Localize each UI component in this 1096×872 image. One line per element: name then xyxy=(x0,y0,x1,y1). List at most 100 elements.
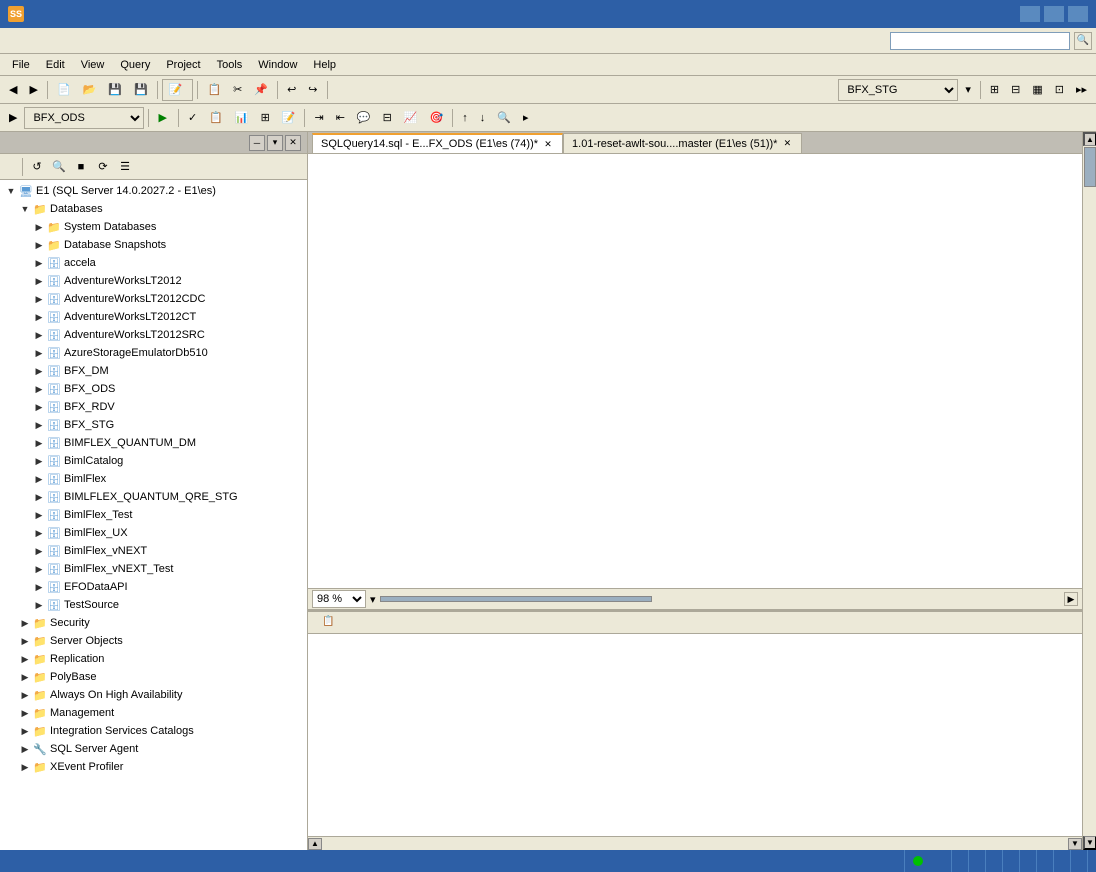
tree-db-bimlcatalog[interactable]: ▶ 🗄 BimlCatalog xyxy=(0,452,307,470)
tree-db-bimflex-quantum[interactable]: ▶ 🗄 BIMFLEX_QUANTUM_DM xyxy=(0,434,307,452)
cut-button[interactable]: ✂ xyxy=(228,79,247,101)
tree-db-awlt2012src[interactable]: ▶ 🗄 AdventureWorksLT2012SRC xyxy=(0,326,307,344)
tree-db-bimlflex-vnext[interactable]: ▶ 🗄 BimlFlex_vNEXT xyxy=(0,542,307,560)
tree-replication[interactable]: ▶ 📁 Replication xyxy=(0,650,307,668)
tree-management[interactable]: ▶ 📁 Management xyxy=(0,704,307,722)
menu-help[interactable]: Help xyxy=(305,55,344,75)
tree-security[interactable]: ▶ 📁 Security xyxy=(0,614,307,632)
redo-button[interactable]: ↪ xyxy=(303,79,322,101)
db-accela-expand[interactable]: ▶ xyxy=(32,256,46,270)
check-button[interactable]: ✓ xyxy=(183,107,202,129)
oe-connect-button[interactable] xyxy=(4,156,18,178)
oe-refresh-button[interactable]: ↺ xyxy=(27,157,47,177)
oe-close-button[interactable]: ✕ xyxy=(285,135,301,151)
sql-agent-expand[interactable]: ▶ xyxy=(18,742,32,756)
filter-button[interactable]: 🔍 xyxy=(492,107,516,129)
tree-db-snapshots[interactable]: ▶ 📁 Database Snapshots xyxy=(0,236,307,254)
sort-asc-button[interactable]: ↑ xyxy=(457,107,473,129)
restore-button[interactable] xyxy=(1044,6,1064,22)
tree-db-bimlflex[interactable]: ▶ 🗄 BimlFlex xyxy=(0,470,307,488)
tab-sqlquery14[interactable]: SQLQuery14.sql - E...FX_ODS (E1\es (74))… xyxy=(312,133,563,153)
indent-button[interactable]: ⇥ xyxy=(309,107,328,129)
save-button[interactable]: 💾 xyxy=(103,79,127,101)
server-dropdown[interactable]: BFX_STG BFX_ODS BFX_DM BFX_RDV xyxy=(838,79,958,101)
menu-query[interactable]: Query xyxy=(112,55,158,75)
scroll-right-button[interactable]: ▶ xyxy=(1064,592,1078,606)
quick-launch-input[interactable] xyxy=(890,32,1070,50)
oe-sync-button[interactable]: ⟳ xyxy=(93,157,113,177)
tree-db-awlt2012ct[interactable]: ▶ 🗄 AdventureWorksLT2012CT xyxy=(0,308,307,326)
forward-button[interactable]: ▶ xyxy=(24,79,42,101)
msg-scroll-up[interactable]: ▲ xyxy=(308,838,322,850)
databases-expand-icon[interactable]: ▼ xyxy=(18,202,32,216)
new-file-button[interactable]: 📄 xyxy=(52,79,76,101)
security-expand-icon[interactable]: ▶ xyxy=(18,616,32,630)
table-button[interactable]: ⊟ xyxy=(378,107,397,129)
results-target-button[interactable]: 🎯 xyxy=(425,107,449,129)
tree-db-bfxstg[interactable]: ▶ 🗄 BFX_STG xyxy=(0,416,307,434)
tree-db-awlt2012cdc[interactable]: ▶ 🗄 AdventureWorksLT2012CDC xyxy=(0,290,307,308)
parse-button[interactable]: 📋 xyxy=(204,107,228,129)
tree-sql-agent[interactable]: ▶ 🔧 SQL Server Agent xyxy=(0,740,307,758)
results-grid-button[interactable]: ⊞ xyxy=(256,107,275,129)
back-button[interactable]: ◀ xyxy=(4,79,22,101)
tree-system-dbs[interactable]: ▶ 📁 System Databases xyxy=(0,218,307,236)
server-objects-expand[interactable]: ▶ xyxy=(18,634,32,648)
server-expand-icon[interactable]: ▼ xyxy=(4,184,18,198)
menu-edit[interactable]: Edit xyxy=(38,55,73,75)
tree-db-adventureworks2012[interactable]: ▶ 🗄 AdventureWorksLT2012 xyxy=(0,272,307,290)
copy-button[interactable]: 📋 xyxy=(202,79,226,101)
db-snapshots-expand-icon[interactable]: ▶ xyxy=(32,238,46,252)
save-all-button[interactable]: 💾 xyxy=(129,79,153,101)
tab-sqlquery14-close[interactable]: ✕ xyxy=(542,138,554,150)
new-query-button[interactable]: 📝 xyxy=(162,79,194,101)
oe-filter-button[interactable]: 🔍 xyxy=(49,157,69,177)
more-query-btn[interactable]: ▸ xyxy=(518,107,534,129)
menu-project[interactable]: Project xyxy=(158,55,208,75)
tree-db-bfxdm[interactable]: ▶ 🗄 BFX_DM xyxy=(0,362,307,380)
always-on-expand[interactable]: ▶ xyxy=(18,688,32,702)
menu-file[interactable]: File xyxy=(4,55,38,75)
tree-db-bimlflex-test[interactable]: ▶ 🗄 BimlFlex_Test xyxy=(0,506,307,524)
open-file-button[interactable]: 📂 xyxy=(78,79,102,101)
tree-db-bimlflex-quantum-qre[interactable]: ▶ 🗄 BIMLFLEX_QUANTUM_QRE_STG xyxy=(0,488,307,506)
tree-db-efodataapi[interactable]: ▶ 🗄 EFODataAPI xyxy=(0,578,307,596)
replication-expand[interactable]: ▶ xyxy=(18,652,32,666)
h-scrollbar-thumb[interactable] xyxy=(380,596,652,602)
menu-window[interactable]: Window xyxy=(250,55,305,75)
results-text-button[interactable]: 📝 xyxy=(277,107,301,129)
start-debug-button[interactable]: ▶ xyxy=(4,107,22,129)
menu-view[interactable]: View xyxy=(73,55,113,75)
editor-content[interactable] xyxy=(308,154,1082,588)
scroll-up-button[interactable]: ▲ xyxy=(1083,132,1096,146)
tree-integration-services[interactable]: ▶ 📁 Integration Services Catalogs xyxy=(0,722,307,740)
tree-server-node[interactable]: ▼ 🖥 E1 (SQL Server 14.0.2027.2 - E1\es) xyxy=(0,182,307,200)
execute-button[interactable]: ▶ xyxy=(153,107,173,129)
oe-pin-button[interactable]: ─ xyxy=(249,135,265,151)
scroll-down-button[interactable]: ▼ xyxy=(1083,836,1096,850)
database-dropdown[interactable]: BFX_ODS BFX_DM BFX_STG BFX_RDV xyxy=(24,107,144,129)
stats-button[interactable]: 📈 xyxy=(399,107,423,129)
tree-polybase[interactable]: ▶ 📁 PolyBase xyxy=(0,668,307,686)
align-right-button[interactable]: ⊟ xyxy=(1006,79,1025,101)
tree-db-azurestorage[interactable]: ▶ 🗄 AzureStorageEmulatorDb510 xyxy=(0,344,307,362)
tree-db-accela[interactable]: ▶ 🗄 accela xyxy=(0,254,307,272)
comment-button[interactable]: 💬 xyxy=(352,107,376,129)
tab-reset-awlt-close[interactable]: ✕ xyxy=(781,138,793,150)
tab-reset-awlt[interactable]: 1.01-reset-awlt-sou....master (E1\es (51… xyxy=(563,133,802,153)
tree-xevent-profiler[interactable]: ▶ 📁 XEvent Profiler xyxy=(0,758,307,776)
messages-tab[interactable]: 📋 xyxy=(316,614,346,632)
undo-button[interactable]: ↩ xyxy=(282,79,301,101)
integration-expand[interactable]: ▶ xyxy=(18,724,32,738)
tree-db-bfxrdv[interactable]: ▶ 🗄 BFX_RDV xyxy=(0,398,307,416)
layout-button[interactable]: ▦ xyxy=(1027,79,1047,101)
minimize-button[interactable] xyxy=(1020,6,1040,22)
align-left-button[interactable]: ⊞ xyxy=(985,79,1004,101)
tree-db-bimlflex-vnext-test[interactable]: ▶ 🗄 BimlFlex_vNEXT_Test xyxy=(0,560,307,578)
oe-dropdown-button[interactable]: ▾ xyxy=(267,135,283,151)
show-plan-button[interactable]: 📊 xyxy=(230,107,254,129)
server-dropdown-btn[interactable]: ▾ xyxy=(960,79,976,101)
msg-scroll-down[interactable]: ▼ xyxy=(1068,838,1082,850)
system-dbs-expand-icon[interactable]: ▶ xyxy=(32,220,46,234)
outdent-button[interactable]: ⇤ xyxy=(331,107,350,129)
